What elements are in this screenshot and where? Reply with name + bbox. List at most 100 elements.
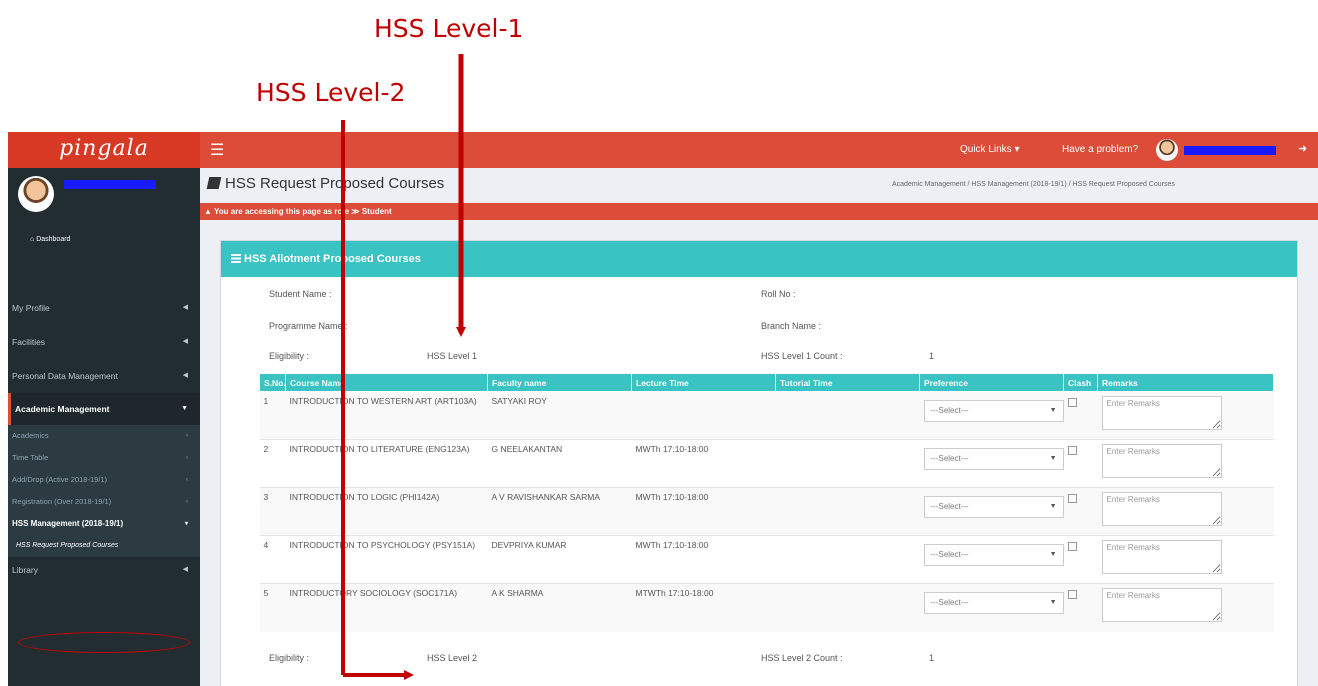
cell-tutorial-time — [775, 439, 920, 488]
column-header: Preference — [919, 373, 1064, 392]
column-header: Remarks — [1097, 373, 1274, 392]
cell-clash — [1063, 391, 1098, 440]
caret-down-icon: ▼ — [1049, 455, 1057, 462]
pingala-logo[interactable]: pingala — [8, 132, 200, 168]
book-icon — [206, 177, 222, 189]
clash-checkbox[interactable] — [1067, 494, 1077, 503]
sidebar-subitem-registration[interactable]: Registration (Over 2018-19/1) ‹ — [8, 491, 200, 513]
table-header-row: S.No. Course Name Faculty name Lecture T… — [259, 373, 1274, 392]
remarks-textarea[interactable] — [1101, 444, 1222, 478]
caret-down-icon: ▼ — [1049, 503, 1057, 510]
preference-select[interactable]: ---Select--- ▼ — [923, 448, 1064, 470]
remarks-textarea[interactable] — [1101, 588, 1222, 622]
cell-sno: 1 — [259, 391, 286, 440]
chevron-left-icon: ‹ — [186, 455, 188, 461]
cell-sno: 4 — [259, 535, 286, 584]
clash-checkbox[interactable] — [1067, 590, 1077, 599]
cell-preference: ---Select--- ▼ — [919, 583, 1064, 632]
cell-faculty: A K SHARMA — [487, 583, 632, 632]
sidebar-subitem-add-drop[interactable]: Add/Drop (Active 2018-19/1) ‹ — [8, 469, 200, 491]
cell-remarks — [1097, 439, 1274, 488]
cell-tutorial-time — [775, 583, 920, 632]
cell-sno: 5 — [259, 583, 286, 632]
cell-lecture-time: MWTh 17:10-18:00 — [631, 487, 776, 536]
level-count-label-2: HSS Level 2 Count : — [761, 653, 843, 663]
breadcrumb[interactable]: Academic Management / HSS Management (20… — [892, 181, 1175, 188]
cell-course-name: INTRODUCTORY SOCIOLOGY (SOC171A) — [285, 583, 488, 632]
quick-links-dropdown[interactable]: Quick Links ▾ — [960, 144, 1019, 155]
preference-select[interactable]: ---Select--- ▼ — [923, 544, 1064, 566]
preference-select[interactable]: ---Select--- ▼ — [923, 592, 1064, 614]
hamburger-icon[interactable]: ☰ — [210, 140, 224, 160]
academic-management-submenu: Academics ‹ Time Table ‹ Add/Drop (Activ… — [8, 425, 200, 557]
sidebar-subitem-label: HSS Request Proposed Courses — [16, 542, 119, 549]
chevron-left-icon: ‹ — [186, 477, 188, 483]
cell-preference: ---Select--- ▼ — [919, 391, 1064, 440]
remarks-textarea[interactable] — [1101, 540, 1222, 574]
sidebar-item-personal-data-management[interactable]: Personal Data Management ◀ — [8, 360, 200, 392]
sidebar-item-label: Facilities — [12, 337, 46, 347]
redacted-username[interactable] — [1184, 146, 1276, 155]
branch-name-label: Branch Name : — [761, 321, 822, 331]
sign-out-icon[interactable]: ➜ — [1298, 142, 1307, 155]
sidebar-item-my-profile[interactable]: My Profile ◀ — [8, 292, 200, 324]
eligibility-value: HSS Level 1 — [427, 351, 478, 361]
table-row: 5 INTRODUCTORY SOCIOLOGY (SOC171A) A K S… — [259, 583, 1274, 632]
preference-select[interactable]: ---Select--- ▼ — [923, 400, 1064, 422]
box-title: HSS Allotment Proposed Courses — [244, 253, 421, 265]
cell-faculty: SATYAKI ROY — [487, 391, 632, 440]
sidebar-item-library[interactable]: Library ◀ — [8, 554, 200, 586]
caret-down-icon: ▼ — [1049, 551, 1057, 558]
cell-tutorial-time — [775, 487, 920, 536]
cell-lecture-time — [631, 391, 776, 440]
cell-preference: ---Select--- ▼ — [919, 439, 1064, 488]
hss-courses-table: S.No. Course Name Faculty name Lecture T… — [259, 373, 1274, 632]
remarks-textarea[interactable] — [1101, 492, 1222, 526]
sidebar-subitem-label: Time Table — [12, 453, 49, 462]
clash-checkbox[interactable] — [1067, 398, 1077, 407]
sidebar-item-dashboard[interactable]: ⌂ Dashboard — [30, 236, 70, 243]
main-content: HSS Request Proposed Courses Academic Ma… — [200, 168, 1318, 686]
cell-faculty: A V RAVISHANKAR SARMA — [487, 487, 632, 536]
user-avatar-icon[interactable] — [1156, 139, 1178, 161]
column-header: Faculty name — [487, 373, 632, 392]
roll-no-label: Roll No : — [761, 289, 796, 299]
table-row: 2 INTRODUCTION TO LITERATURE (ENG123A) G… — [259, 439, 1274, 488]
cell-tutorial-time — [775, 535, 920, 584]
cell-sno: 2 — [259, 439, 286, 488]
sidebar-item-label: Personal Data Management — [12, 371, 118, 381]
cell-clash — [1063, 583, 1098, 632]
cell-sno: 3 — [259, 487, 286, 536]
level-count-value-2: 1 — [929, 653, 935, 663]
sidebar: ⌂ Dashboard My Profile ◀ Facilities ◀ Pe… — [8, 168, 200, 686]
have-a-problem-link[interactable]: Have a problem? — [1062, 144, 1138, 155]
top-navbar: pingala ☰ Quick Links ▾ Have a problem? … — [8, 132, 1318, 168]
remarks-textarea[interactable] — [1101, 396, 1222, 430]
cell-remarks — [1097, 487, 1274, 536]
sidebar-item-academic-management[interactable]: Academic Management ▼ — [8, 393, 200, 425]
chevron-left-icon: ◀ — [182, 338, 188, 345]
table-row: 4 INTRODUCTION TO PSYCHOLOGY (PSY151A) D… — [259, 535, 1274, 584]
sidebar-subitem-academics[interactable]: Academics ‹ — [8, 425, 200, 447]
column-header: Lecture Time — [631, 373, 776, 392]
programme-name-label: Programme Name : — [269, 321, 348, 331]
annotation-hss-level-2: HSS Level-2 — [256, 78, 406, 107]
sidebar-item-label: Academic Management — [15, 404, 110, 414]
sidebar-item-facilities[interactable]: Facilities ◀ — [8, 326, 200, 358]
sidebar-dashboard-label: Dashboard — [36, 236, 71, 243]
eligibility-label-2: Eligibility : — [269, 653, 310, 663]
level-count-label: HSS Level 1 Count : — [761, 351, 843, 361]
column-header: S.No. — [259, 373, 286, 392]
clash-checkbox[interactable] — [1067, 542, 1077, 551]
clash-checkbox[interactable] — [1067, 446, 1077, 455]
sidebar-subitem-time-table[interactable]: Time Table ‹ — [8, 447, 200, 469]
role-notice-text: You are accessing this page as role ≫ St… — [214, 207, 392, 216]
pingala-app: pingala ☰ Quick Links ▾ Have a problem? … — [8, 132, 1318, 686]
sidebar-subitem-hss-management[interactable]: HSS Management (2018-19/1) ▾ — [8, 513, 200, 535]
sidebar-redacted-username — [64, 180, 156, 189]
sidebar-avatar — [18, 176, 54, 212]
eligibility-value-2: HSS Level 2 — [427, 653, 478, 663]
select-value: ---Select--- — [930, 598, 969, 607]
chevron-left-icon: ‹ — [186, 499, 188, 505]
preference-select[interactable]: ---Select--- ▼ — [923, 496, 1064, 518]
